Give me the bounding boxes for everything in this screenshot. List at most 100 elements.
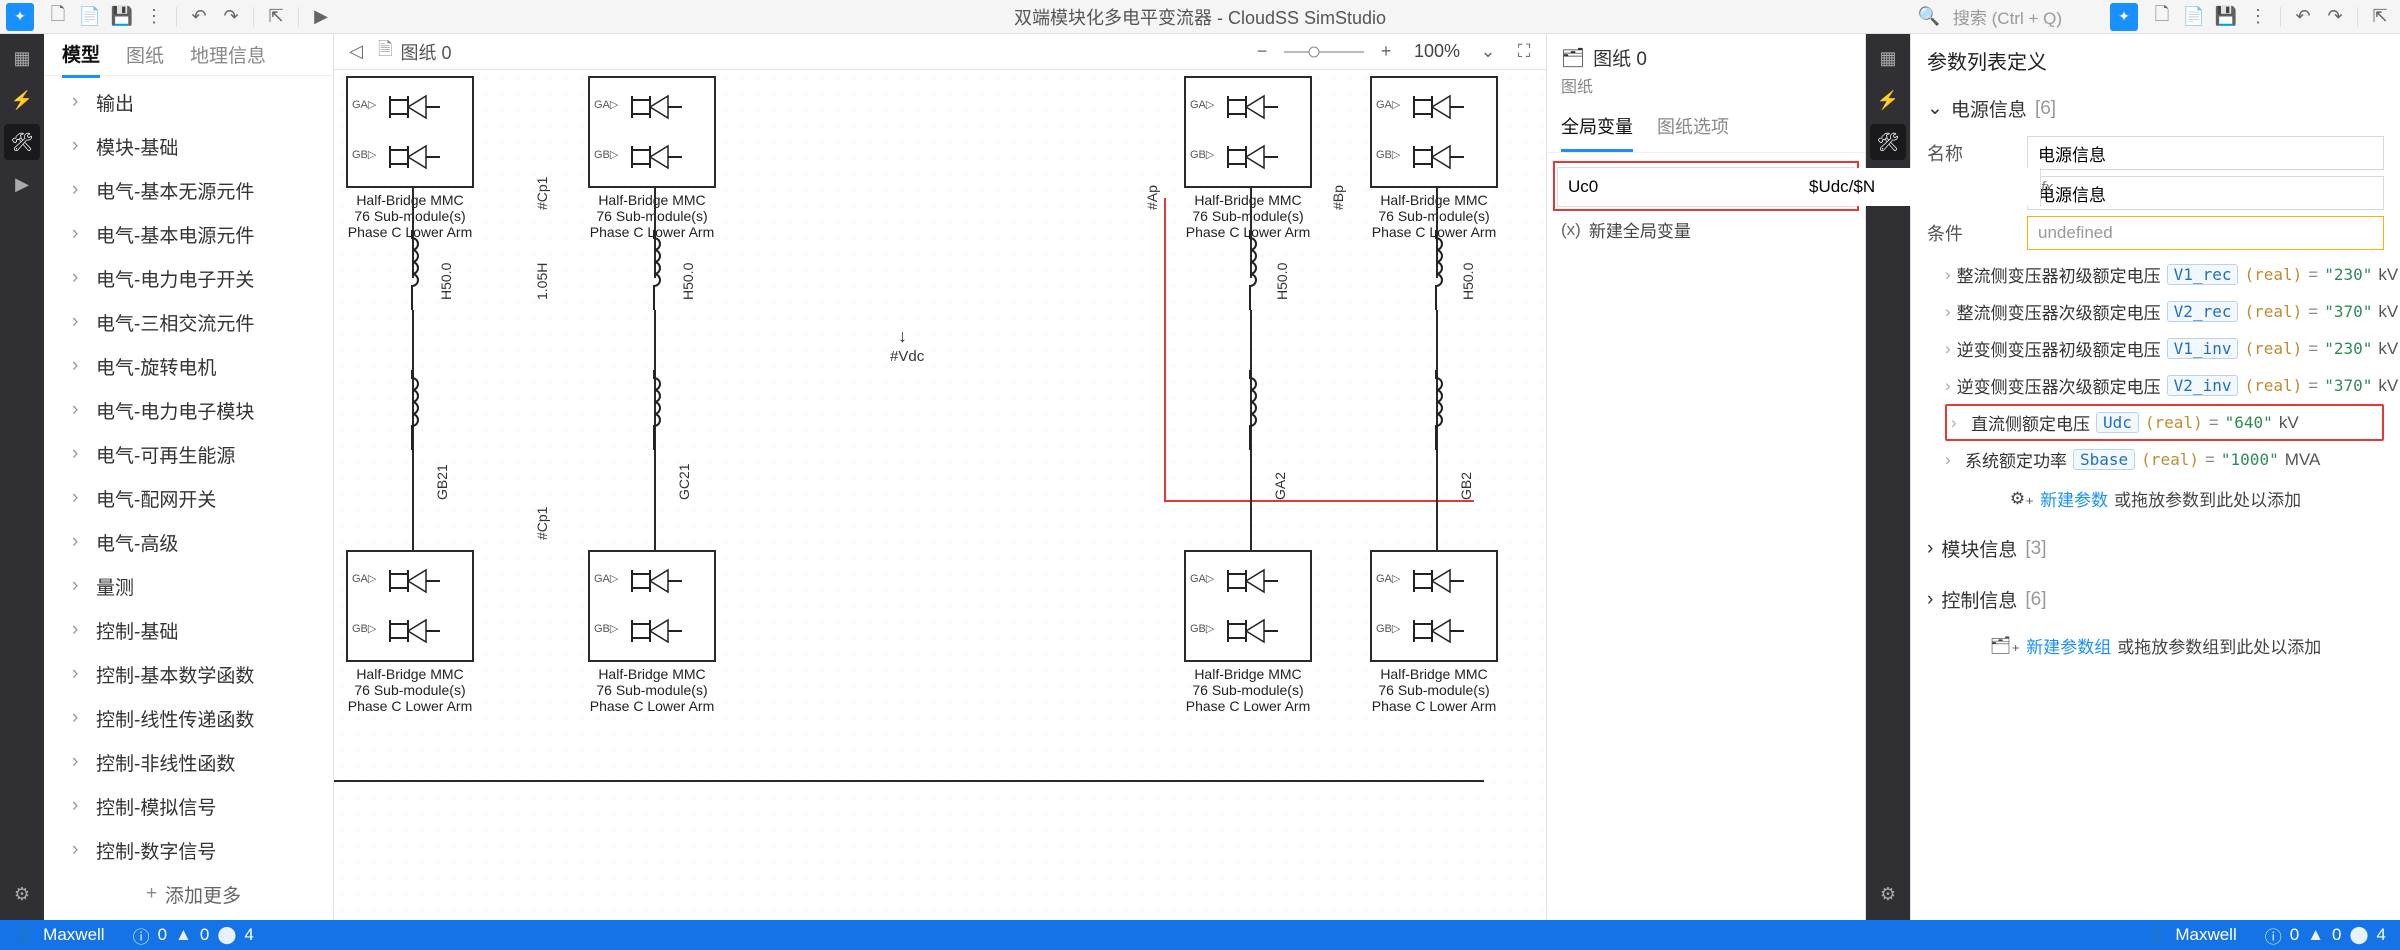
export-icon-r[interactable]: ⇱ bbox=[2366, 3, 2394, 31]
var-expr-input[interactable] bbox=[1799, 168, 2040, 206]
undo-icon[interactable]: ↶ bbox=[185, 3, 213, 31]
run-icon[interactable]: ▶ bbox=[307, 3, 335, 31]
mmc-module[interactable]: GA▷GB▷ bbox=[1184, 76, 1312, 188]
rail-play-icon[interactable]: ▶ bbox=[4, 166, 40, 202]
add-param[interactable]: ⚙₊ 新建参数 或拖放参数到此处以添加 bbox=[1927, 478, 2384, 519]
igbt-icon bbox=[1406, 564, 1466, 598]
mmc-module[interactable]: GA▷GB▷Half-Bridge MMC 76 Sub-module(s) P… bbox=[588, 550, 716, 714]
param-var: V2_rec bbox=[2167, 301, 2239, 322]
param-row[interactable]: ›整流侧变压器次级额定电压V2_rec(real)="370"kV bbox=[1945, 293, 2384, 330]
save-icon[interactable]: 💾 bbox=[108, 3, 136, 31]
tree-item[interactable]: ›电气-高级 bbox=[44, 520, 333, 564]
chevron-down-icon: ⌄ bbox=[1927, 97, 1943, 120]
status-stats-right[interactable]: ⓘ0 ▲0 ⬤4 bbox=[2251, 923, 2400, 948]
redo-icon-r[interactable]: ↷ bbox=[2321, 3, 2349, 31]
redo-icon[interactable]: ↷ bbox=[217, 3, 245, 31]
rail-settings-icon[interactable]: ⚙ bbox=[4, 876, 40, 912]
tree-item[interactable]: ›电气-电力电子模块 bbox=[44, 388, 333, 432]
zoom-out-icon[interactable]: − bbox=[1248, 38, 1276, 66]
tree-item[interactable]: ›电气-基本无源元件 bbox=[44, 168, 333, 212]
rail-plug-icon[interactable]: ⚡ bbox=[4, 82, 40, 118]
undo-icon-r[interactable]: ↶ bbox=[2289, 3, 2317, 31]
tree-item[interactable]: ›控制-非线性函数 bbox=[44, 740, 333, 784]
tab-drawing[interactable]: 图纸 bbox=[126, 33, 164, 76]
rail-plug-icon-r[interactable]: ⚡ bbox=[1870, 82, 1906, 118]
add-more[interactable]: +添加更多 bbox=[44, 872, 333, 916]
field-name-input[interactable] bbox=[2027, 136, 2384, 170]
tree-item[interactable]: ›量测 bbox=[44, 564, 333, 608]
mmc-module[interactable]: GA▷GB▷Half-Bridge MMC 76 Sub-module(s) P… bbox=[1370, 550, 1498, 714]
tree-item[interactable]: ›输出 bbox=[44, 80, 333, 124]
mmc-module[interactable]: GA▷GB▷Half-Bridge MMC 76 Sub-module(s) P… bbox=[1184, 550, 1312, 714]
fx-icon[interactable]: fx bbox=[2040, 168, 2053, 206]
zoom-in-icon[interactable]: + bbox=[1372, 38, 1400, 66]
tree-item[interactable]: ›电气-配网开关 bbox=[44, 476, 333, 520]
tree-item[interactable]: ›控制-模拟信号 bbox=[44, 784, 333, 828]
status-user-right[interactable]: 👤 Maxwell bbox=[2132, 925, 2251, 945]
mmc-module[interactable]: GA▷GB▷ bbox=[346, 76, 474, 188]
search-hint[interactable]: 搜索 (Ctrl + Q) bbox=[1953, 4, 2062, 29]
tree-item[interactable]: ›电气-可再生能源 bbox=[44, 432, 333, 476]
mmc-module[interactable]: GA▷GB▷ bbox=[1370, 76, 1498, 188]
section-module-info[interactable]: › 模块信息 [3] bbox=[1927, 527, 2384, 570]
param-row[interactable]: ›整流侧变压器初级额定电压V1_rec(real)="230"kV bbox=[1945, 256, 2384, 293]
net-label: #Bp bbox=[1330, 185, 1346, 210]
tree-item[interactable]: ›控制-基本数学函数 bbox=[44, 652, 333, 696]
tab-model[interactable]: 模型 bbox=[62, 32, 100, 78]
chevron-down-icon[interactable]: ⌄ bbox=[1474, 38, 1502, 66]
new-file-icon-r[interactable]: 🗋 bbox=[2148, 3, 2176, 31]
zoom-slider[interactable] bbox=[1284, 46, 1364, 58]
open-file-icon[interactable]: 📄 bbox=[76, 3, 104, 31]
section-control-info[interactable]: › 控制信息 [6] bbox=[1927, 578, 2384, 621]
param-row[interactable]: ›系统额定功率Sbase(real)="1000"MVA bbox=[1945, 441, 2384, 478]
param-row[interactable]: ›逆变侧变压器初级额定电压V1_inv(real)="230"kV bbox=[1945, 330, 2384, 367]
search-icon[interactable]: 🔍 bbox=[1915, 3, 1943, 31]
status-stats[interactable]: ⓘ0 ▲0 ⬤4 bbox=[119, 923, 268, 948]
export-icon[interactable]: ⇱ bbox=[262, 3, 290, 31]
mmc-module[interactable]: GA▷GB▷ bbox=[588, 76, 716, 188]
canvas[interactable]: ↓ #Vdc GA▷GB▷GA▷GB▷GA▷GB▷GA▷GB▷Half-Brid… bbox=[334, 70, 1546, 920]
tree-item-label: 电气-高级 bbox=[96, 529, 178, 556]
rail-workspace-icon-r[interactable]: ▦ bbox=[1870, 40, 1906, 76]
tree-item-label: 电气-基本无源元件 bbox=[96, 177, 254, 204]
gate-label: GB▷ bbox=[352, 622, 376, 635]
add-param-group[interactable]: 🗂₊ 新建参数组 或拖放参数组到此处以添加 bbox=[1911, 625, 2400, 666]
back-icon[interactable]: ◁ bbox=[342, 38, 370, 66]
tree-item[interactable]: ›控制-数字信号 bbox=[44, 828, 333, 872]
field-desc-input[interactable] bbox=[2027, 176, 2384, 210]
rail-settings-icon-r[interactable]: ⚙ bbox=[1870, 876, 1906, 912]
tree-item[interactable]: ›电气-旋转电机 bbox=[44, 344, 333, 388]
new-file-icon[interactable]: 🗋 bbox=[44, 3, 72, 31]
component-tree[interactable]: ›输出›模块-基础›电气-基本无源元件›电气-基本电源元件›电气-电力电子开关›… bbox=[44, 76, 333, 920]
new-var-row[interactable]: (x) 新建全局变量 bbox=[1547, 207, 1865, 252]
fit-icon[interactable]: ⛶ bbox=[1510, 38, 1538, 66]
open-file-icon-r[interactable]: 📄 bbox=[2180, 3, 2208, 31]
breadcrumb[interactable]: 🗎 图纸 0 bbox=[378, 37, 452, 67]
tree-item[interactable]: ›控制-线性传递函数 bbox=[44, 696, 333, 740]
status-bar: 👤 Maxwell ⓘ0 ▲0 ⬤4 👤 Maxwell ⓘ0 ▲0 ⬤4 bbox=[0, 920, 2400, 950]
tree-item[interactable]: ›模块-基础 bbox=[44, 124, 333, 168]
app-logo[interactable]: ✦ bbox=[6, 3, 34, 31]
status-user[interactable]: 👤 Maxwell bbox=[0, 925, 119, 945]
right-header: 参数列表定义 bbox=[1911, 34, 2400, 83]
rail-tools-icon[interactable]: 🛠 bbox=[4, 124, 40, 160]
tree-item[interactable]: ›电气-电力电子开关 bbox=[44, 256, 333, 300]
tab-geo[interactable]: 地理信息 bbox=[190, 33, 266, 76]
rail-tools-icon-r[interactable]: 🛠 bbox=[1870, 124, 1906, 160]
app-logo-right[interactable]: ✦ bbox=[2110, 3, 2138, 31]
tab-sheet-options[interactable]: 图纸选项 bbox=[1657, 107, 1729, 152]
mmc-module[interactable]: GA▷GB▷Half-Bridge MMC 76 Sub-module(s) P… bbox=[346, 550, 474, 714]
var-name-input[interactable] bbox=[1558, 168, 1799, 206]
more-icon-r[interactable]: ⋮ bbox=[2244, 3, 2272, 31]
param-row[interactable]: ›直流侧额定电压Udc(real)="640"kV bbox=[1945, 404, 2384, 441]
tab-global-vars[interactable]: 全局变量 bbox=[1561, 107, 1633, 152]
param-row[interactable]: ›逆变侧变压器次级额定电压V2_inv(real)="370"kV bbox=[1945, 367, 2384, 404]
tree-item[interactable]: ›电气-基本电源元件 bbox=[44, 212, 333, 256]
save-icon-r[interactable]: 💾 bbox=[2212, 3, 2240, 31]
more-icon[interactable]: ⋮ bbox=[140, 3, 168, 31]
section-power-info[interactable]: ⌄ 电源信息 [6] bbox=[1927, 87, 2384, 130]
tree-item[interactable]: ›电气-三相交流元件 bbox=[44, 300, 333, 344]
rail-workspace-icon[interactable]: ▦ bbox=[4, 40, 40, 76]
field-cond-input[interactable] bbox=[2027, 216, 2384, 250]
tree-item[interactable]: ›控制-基础 bbox=[44, 608, 333, 652]
